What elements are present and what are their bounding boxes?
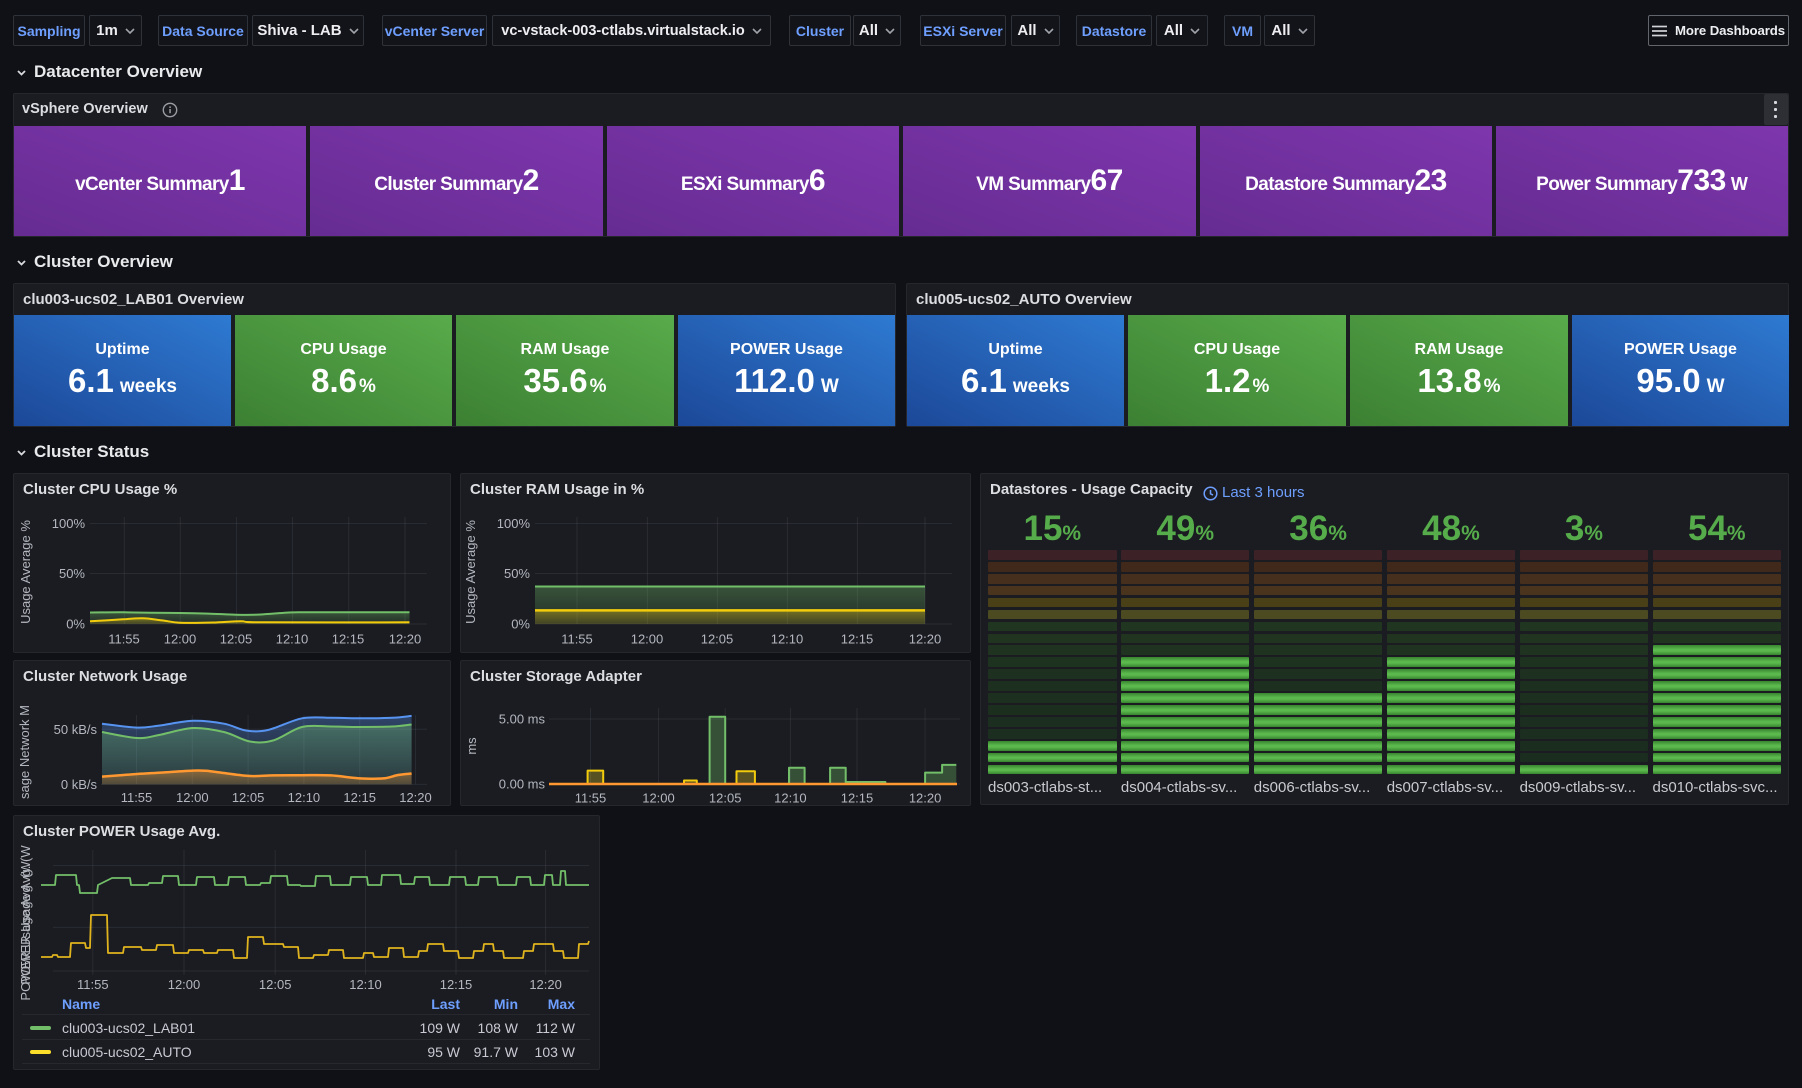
svg-text:11:55: 11:55 — [575, 790, 607, 805]
svg-text:0.00 ms: 0.00 ms — [499, 776, 546, 791]
svg-text:12:00: 12:00 — [176, 790, 209, 805]
svg-text:12:20: 12:20 — [909, 790, 942, 805]
svg-text:12:00: 12:00 — [631, 632, 664, 647]
svg-text:12:00: 12:00 — [168, 977, 201, 992]
svg-text:11:55: 11:55 — [108, 632, 140, 647]
svg-text:12:15: 12:15 — [440, 977, 473, 992]
svg-text:12:10: 12:10 — [276, 632, 309, 647]
svg-text:Usage Average %: Usage Average % — [18, 520, 33, 624]
svg-text:12:00: 12:00 — [642, 790, 675, 805]
svg-text:sage Network M: sage Network M — [17, 705, 32, 799]
svg-text:0%: 0% — [66, 617, 85, 632]
svg-text:12:05: 12:05 — [220, 632, 253, 647]
svg-text:50 kB/s: 50 kB/s — [54, 722, 98, 737]
svg-text:12:00: 12:00 — [164, 632, 197, 647]
svg-text:12:15: 12:15 — [841, 632, 874, 647]
svg-text:0%: 0% — [511, 617, 530, 632]
svg-text:11:55: 11:55 — [121, 790, 153, 805]
svg-text:12:15: 12:15 — [343, 790, 376, 805]
svg-text:12:05: 12:05 — [709, 790, 742, 805]
svg-text:12:15: 12:15 — [332, 632, 365, 647]
svg-text:50%: 50% — [59, 566, 85, 581]
svg-text:12:20: 12:20 — [389, 632, 422, 647]
svg-text:ms: ms — [464, 737, 479, 755]
svg-text:0 kB/s: 0 kB/s — [61, 777, 98, 792]
svg-text:12:15: 12:15 — [841, 790, 874, 805]
svg-text:11:55: 11:55 — [561, 632, 593, 647]
svg-text:12:05: 12:05 — [259, 977, 292, 992]
svg-text:100%: 100% — [52, 516, 86, 531]
svg-text:12:05: 12:05 — [232, 790, 265, 805]
svg-text:12:20: 12:20 — [399, 790, 432, 805]
svg-text:12:20: 12:20 — [529, 977, 562, 992]
svg-text:12:10: 12:10 — [771, 632, 804, 647]
svg-text:12:10: 12:10 — [349, 977, 382, 992]
svg-text:5.00 ms: 5.00 ms — [499, 712, 546, 727]
svg-text:12:20: 12:20 — [909, 632, 942, 647]
svg-text:12:10: 12:10 — [288, 790, 321, 805]
svg-text:50%: 50% — [504, 566, 530, 581]
svg-text:100%: 100% — [497, 516, 531, 531]
svg-text:POWER Usage Avg. (W: POWER Usage Avg. (W — [18, 861, 33, 1001]
svg-text:12:10: 12:10 — [774, 790, 807, 805]
svg-text:11:55: 11:55 — [77, 977, 109, 992]
svg-text:Usage Average %: Usage Average % — [463, 520, 478, 624]
svg-text:12:05: 12:05 — [701, 632, 734, 647]
